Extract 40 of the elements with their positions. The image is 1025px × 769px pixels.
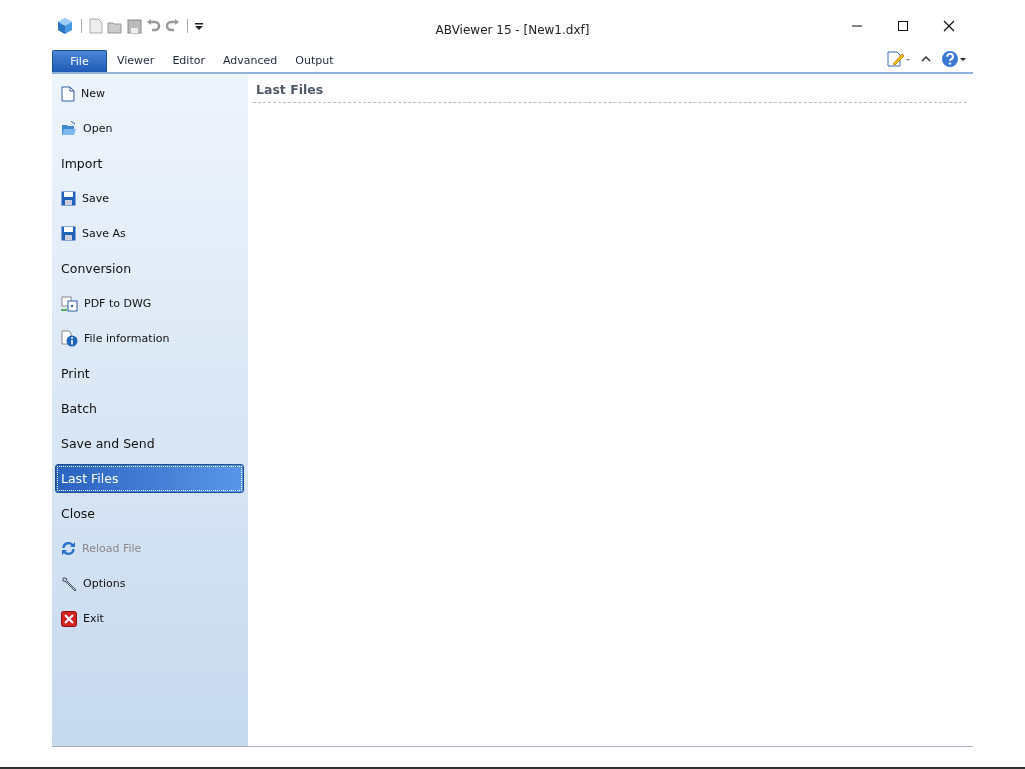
refresh-icon [61, 541, 76, 556]
ribbon-tab[interactable]: Advanced [214, 50, 286, 72]
menu-item[interactable]: Conversion [55, 254, 244, 283]
ribbon-tab[interactable]: Editor [164, 50, 213, 72]
menu-item[interactable]: PDF to DWG [55, 289, 244, 318]
menu-item[interactable]: New [55, 79, 244, 108]
menu-item[interactable]: Options [55, 569, 244, 598]
section-heading: Last Files [253, 82, 967, 103]
conversion-icon [61, 295, 78, 312]
collapse-ribbon-icon[interactable] [921, 55, 931, 63]
menu-item[interactable]: File information [55, 324, 244, 353]
menu-item[interactable]: Import [55, 149, 244, 178]
close-icon[interactable] [943, 20, 955, 32]
ribbon-tab[interactable]: Output [287, 50, 342, 72]
folder-icon [61, 121, 77, 136]
info-document-icon [61, 330, 78, 347]
save-icon[interactable] [127, 18, 142, 34]
menu-item[interactable]: Last Files [55, 464, 244, 493]
maximize-icon[interactable] [897, 20, 909, 32]
edit-document-icon[interactable] [887, 51, 911, 67]
new-document-icon[interactable] [89, 18, 103, 34]
redo-icon[interactable] [165, 19, 180, 33]
menu-item[interactable]: Close [55, 499, 244, 528]
menu-item[interactable]: Save and Send [55, 429, 244, 458]
menu-item[interactable]: Save [55, 184, 244, 213]
menu-item[interactable]: Open [55, 114, 244, 143]
window-title: ABViewer 15 - [New1.dxf] [435, 23, 590, 37]
menu-item[interactable]: Print [55, 359, 244, 388]
exit-icon [61, 610, 77, 627]
ribbon-tab[interactable]: Viewer [109, 50, 163, 72]
document-icon [61, 85, 75, 102]
undo-icon[interactable] [146, 19, 161, 33]
menu-item[interactable]: Batch [55, 394, 244, 423]
menu-item[interactable]: Exit [55, 604, 244, 633]
ribbon-tab[interactable]: File [52, 50, 107, 72]
menu-item[interactable]: Save As [55, 219, 244, 248]
customize-dropdown-icon[interactable] [195, 22, 203, 30]
cube-icon[interactable] [56, 17, 74, 35]
wrench-icon [61, 575, 77, 592]
help-icon[interactable] [941, 50, 967, 68]
